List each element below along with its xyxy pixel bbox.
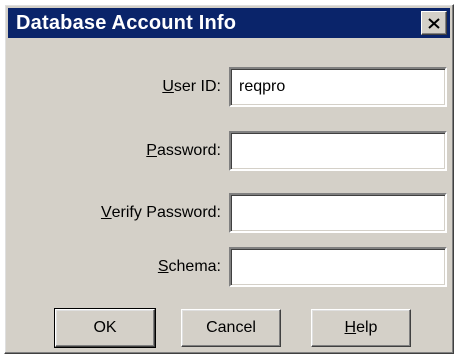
close-icon bbox=[428, 17, 440, 29]
cancel-button-label: Cancel bbox=[206, 319, 256, 336]
verify-password-row: Verify Password: bbox=[5, 193, 453, 233]
title-bar[interactable]: Database Account Info bbox=[8, 8, 450, 38]
password-label-text: assword: bbox=[156, 142, 221, 159]
dialog-title: Database Account Info bbox=[16, 11, 237, 34]
cancel-button[interactable]: Cancel bbox=[181, 309, 281, 347]
verify-password-label: Verify Password: bbox=[101, 193, 221, 233]
verify-password-input[interactable] bbox=[229, 193, 447, 233]
schema-label: Schema: bbox=[158, 247, 221, 287]
close-button[interactable] bbox=[421, 11, 447, 35]
help-button[interactable]: Help bbox=[311, 309, 411, 347]
password-label-mnemonic: P bbox=[146, 142, 157, 159]
help-button-mnemonic: H bbox=[344, 319, 357, 336]
password-row: Password: bbox=[5, 131, 453, 171]
password-input[interactable] bbox=[229, 131, 447, 171]
ok-button-label: OK bbox=[93, 319, 117, 336]
schema-label-mnemonic: S bbox=[157, 258, 169, 275]
user-id-label-mnemonic: U bbox=[162, 78, 174, 95]
user-id-label: User ID: bbox=[162, 67, 221, 107]
ok-button[interactable]: OK bbox=[54, 308, 156, 348]
user-id-input[interactable] bbox=[229, 67, 447, 107]
password-label: Password: bbox=[146, 131, 221, 171]
user-id-row: User ID: bbox=[5, 67, 453, 107]
schema-row: Schema: bbox=[5, 247, 453, 287]
schema-label-text: chema: bbox=[168, 258, 221, 275]
verify-password-label-mnemonic: V bbox=[100, 204, 112, 221]
schema-input[interactable] bbox=[229, 247, 447, 287]
verify-password-label-text: erify Password: bbox=[111, 204, 221, 221]
user-id-label-text: ser ID: bbox=[173, 78, 221, 95]
help-button-label: elp bbox=[356, 319, 378, 336]
dialog-window: Database Account Info User ID: Password:… bbox=[4, 4, 454, 354]
